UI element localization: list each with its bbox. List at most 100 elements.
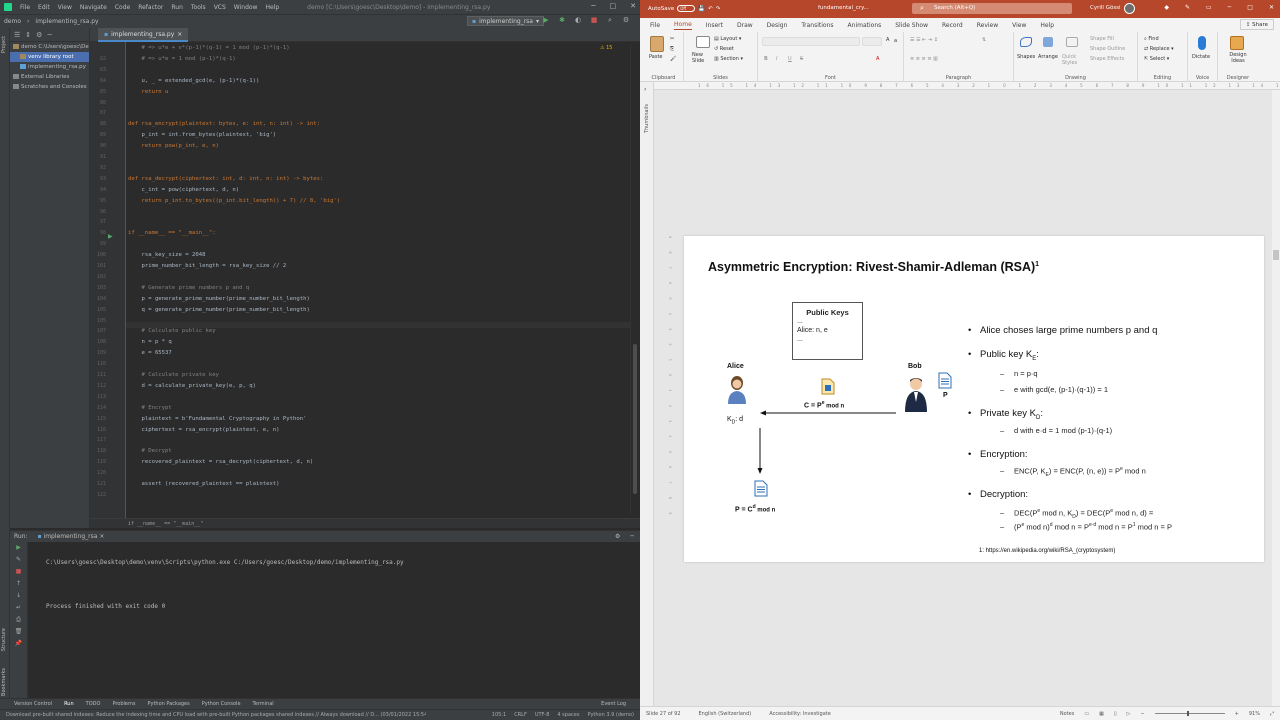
menu-window[interactable]: Window — [234, 4, 258, 11]
tab-python-packages[interactable]: Python Packages — [147, 701, 189, 707]
diamond-icon[interactable]: ◆ — [1164, 4, 1169, 11]
code-breadcrumb[interactable]: if __name__ == "__main__" — [90, 518, 640, 528]
minimize-panel-icon[interactable]: ─ — [47, 31, 51, 39]
new-slide-label[interactable]: New Slide — [692, 52, 712, 64]
editor-tab[interactable]: ▪ implementing_rsa.py × — [98, 28, 189, 42]
tab-python-console[interactable]: Python Console — [202, 701, 241, 707]
stop-icon[interactable]: ■ — [590, 16, 598, 24]
autosave-switch[interactable]: Off — [677, 5, 696, 12]
tree-item-external[interactable]: External Libraries — [10, 72, 89, 82]
design-ideas-label[interactable]: Design Ideas — [1228, 52, 1248, 64]
tab-version-control[interactable]: Version Control — [14, 701, 52, 707]
shape-fill-button[interactable]: Shape Fill — [1090, 36, 1114, 42]
tree-item-venv[interactable]: venv library root — [10, 52, 89, 62]
menu-view[interactable]: View — [58, 4, 72, 11]
menu-file[interactable]: File — [20, 4, 30, 11]
paste-icon[interactable] — [650, 36, 664, 52]
autosave-toggle[interactable]: AutoSave Off 💾 ↶ ↷ — [648, 5, 720, 12]
bullet-item[interactable]: Encryption: — [968, 449, 1027, 460]
bullet-item[interactable]: Public key KE: — [968, 349, 1039, 362]
select-button[interactable]: ⇱ Select ▾ — [1144, 56, 1169, 62]
shapes-label[interactable]: Shapes — [1017, 54, 1035, 60]
shrink-font-icon[interactable]: a — [894, 38, 897, 44]
tab-record[interactable]: Record — [942, 22, 963, 29]
tab-view[interactable]: View — [1012, 22, 1026, 29]
sub-bullet[interactable]: ENC(P, KE) = ENC(P, (n, e)) = Pe mod n — [1000, 466, 1146, 478]
menu-edit[interactable]: Edit — [38, 4, 50, 11]
bullets-icon[interactable]: ☰ ☰ ⇤ ⇥ ↕ — [910, 37, 938, 43]
font-size-select[interactable] — [862, 37, 882, 46]
scroll-down-icon[interactable]: ↓ — [10, 590, 27, 602]
replace-button[interactable]: ⇄ Replace ▾ — [1144, 46, 1174, 52]
shape-outline-button[interactable]: Shape Outline — [1090, 46, 1125, 52]
close-icon[interactable]: ✕ — [1269, 4, 1274, 11]
zoom-level[interactable]: 91% — [1249, 711, 1260, 717]
scrollbar-thumb[interactable] — [633, 344, 637, 494]
cut-icon[interactable]: ✂ — [670, 36, 674, 42]
tree-item-file[interactable]: implementing_rsa.py — [10, 62, 89, 72]
design-ideas-icon[interactable] — [1230, 36, 1244, 50]
search-input[interactable]: Search (Alt+Q) — [912, 3, 1072, 14]
normal-view-icon[interactable]: ▭ — [1084, 711, 1089, 717]
rerun-icon[interactable]: ▶ — [10, 542, 27, 554]
tree-item-demo[interactable]: demo C:\Users\goesc\De — [10, 42, 89, 52]
sub-bullet[interactable]: DEC(Pe mod n, KD) = DEC(Pe mod n, d) = — [1000, 508, 1153, 520]
avatar[interactable] — [1124, 3, 1135, 14]
bullet-item[interactable]: Private key KD: — [968, 408, 1043, 421]
slide-sorter-icon[interactable]: ▦ — [1099, 711, 1104, 717]
fit-slide-icon[interactable]: ⤢ — [1270, 711, 1274, 717]
run-tab[interactable]: ▪ implementing_rsa × — [38, 533, 105, 540]
format-painter-icon[interactable]: 🖌 — [670, 56, 676, 62]
tab-event-log[interactable]: Event Log — [601, 701, 626, 707]
thumbnails-pane[interactable]: › — [640, 82, 654, 706]
menu-vcs[interactable]: VCS — [214, 4, 226, 11]
status-line-separator[interactable]: CRLF — [514, 712, 527, 718]
document-name[interactable]: fundamental_cry... — [818, 5, 869, 11]
reading-view-icon[interactable]: ▯ — [1114, 711, 1117, 717]
project-tool-tab[interactable]: Project — [1, 36, 7, 53]
arrange-icon[interactable] — [1043, 37, 1053, 47]
reset-button[interactable]: ↺ Reset — [714, 46, 734, 52]
slideshow-icon[interactable]: ▷ — [1127, 711, 1131, 717]
font-family-select[interactable] — [762, 37, 860, 46]
tab-help[interactable]: Help — [1040, 22, 1054, 29]
breadcrumb-project[interactable]: demo — [4, 18, 21, 25]
run-console-output[interactable]: C:\Users\goesc\Desktop\demo\venv\Scripts… — [46, 545, 636, 624]
pin-icon[interactable]: 📌 — [10, 638, 27, 650]
align-icon[interactable]: ≡ ≡ ≡ ≡ ▥ — [910, 56, 938, 62]
slide-counter[interactable]: Slide 27 of 92 — [646, 711, 681, 717]
grow-font-icon[interactable]: A — [886, 37, 889, 43]
arrange-label[interactable]: Arrange — [1038, 54, 1058, 60]
debug-icon[interactable]: ✱ — [558, 16, 566, 24]
print-icon[interactable]: ⎙ — [10, 614, 27, 626]
share-button[interactable]: ⇪ Share — [1239, 19, 1274, 30]
redo-icon[interactable]: ↷ — [716, 6, 721, 12]
zoom-in-icon[interactable]: + — [1235, 711, 1239, 717]
sub-bullet[interactable]: d with e·d = 1 mod (p-1)·(q-1) — [1000, 426, 1112, 435]
tab-design[interactable]: Design — [767, 22, 788, 29]
tab-transitions[interactable]: Transitions — [801, 22, 833, 29]
quick-styles-icon[interactable] — [1066, 37, 1078, 47]
user-name[interactable]: Cyrill Gössi — [1090, 5, 1121, 11]
menu-run[interactable]: Run — [171, 4, 183, 11]
find-button[interactable]: ⌕ Find — [1144, 36, 1159, 42]
tab-review[interactable]: Review — [977, 22, 998, 29]
tab-run[interactable]: Run — [64, 701, 74, 707]
sub-bullet-continuation[interactable]: (Pe mod n)d mod n = Pe·d mod n = P1 mod … — [1000, 522, 1172, 532]
shapes-icon[interactable] — [1020, 37, 1032, 47]
menu-refactor[interactable]: Refactor — [138, 4, 163, 11]
zoom-out-icon[interactable]: − — [1140, 711, 1144, 717]
settings-icon[interactable]: ⚙ — [36, 31, 42, 39]
scrollbar-thumb[interactable] — [1273, 250, 1279, 260]
structure-tool-tab[interactable]: Structure — [1, 628, 7, 651]
stop-icon[interactable]: ■ — [10, 566, 27, 578]
accessibility-checker[interactable]: Accessibility: Investigate — [769, 711, 831, 717]
microphone-icon[interactable] — [1198, 36, 1206, 50]
italic-button[interactable]: I — [776, 56, 777, 62]
menu-code[interactable]: Code — [115, 4, 130, 11]
copy-icon[interactable]: ⎘ — [670, 46, 674, 52]
expand-thumbnails-icon[interactable]: › — [644, 86, 646, 93]
maximize-icon[interactable]: □ — [610, 2, 617, 10]
slide-footnote[interactable]: 1: https://en.wikipedia.org/wiki/RSA_(cr… — [979, 548, 1115, 554]
ribbon-display-icon[interactable]: ▭ — [1206, 4, 1212, 11]
